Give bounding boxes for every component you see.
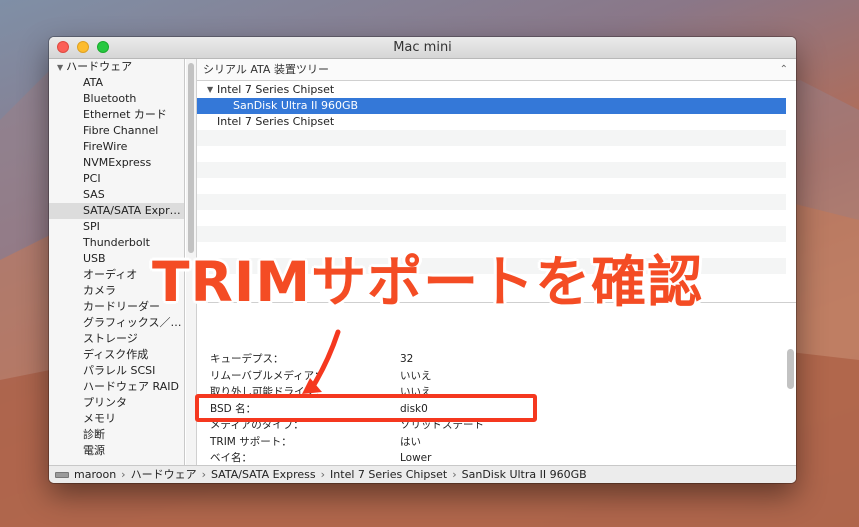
- tree-header-label: シリアル ATA 装置ツリー: [203, 63, 329, 76]
- tree-empty-row: [197, 146, 786, 162]
- sidebar-item[interactable]: FireWire: [83, 139, 127, 155]
- detail-row: ベイ名： Lower: [197, 450, 787, 466]
- sidebar-item[interactable]: SPI: [83, 219, 100, 235]
- sidebar-item[interactable]: ATA: [83, 75, 103, 91]
- detail-key: ベイ名：: [210, 452, 252, 464]
- path-separator: ›: [201, 468, 206, 481]
- detail-key: TRIM サポート：: [210, 435, 292, 448]
- sidebar-item[interactable]: カードリーダー: [83, 299, 160, 315]
- tree-row[interactable]: Intel 7 Series Chipset: [197, 114, 786, 130]
- disclosure-triangle-icon[interactable]: ▼: [57, 63, 63, 72]
- detail-row: TRIM サポート： はい: [197, 434, 787, 450]
- sidebar-item[interactable]: Fibre Channel: [83, 123, 158, 139]
- sidebar-item[interactable]: Thunderbolt: [83, 235, 150, 251]
- breadcrumb: maroon › ハードウェア › SATA/SATA Express › Intel 7 …: [74, 466, 587, 483]
- tree-row-label: Intel 7 Series Chipset: [217, 83, 335, 96]
- tree-empty-row: [197, 226, 786, 242]
- path-separator: ›: [452, 468, 457, 481]
- path-segment[interactable]: SanDisk Ultra II 960GB: [462, 468, 587, 481]
- tree-row[interactable]: SanDisk Ultra II 960GB: [197, 98, 786, 114]
- sidebar-scroll-thumb[interactable]: [188, 63, 194, 253]
- detail-value: Lower: [400, 452, 432, 464]
- callout-text: TRIMサポートを確認: [152, 250, 704, 314]
- hard-drive-icon: [55, 472, 69, 478]
- tree-row[interactable]: ▼ Intel 7 Series Chipset: [197, 82, 786, 98]
- title-bar: Mac mini: [49, 37, 796, 59]
- tree-empty-row: [197, 210, 786, 226]
- sidebar-section-hardware[interactable]: ▼ ハードウェア: [57, 59, 132, 75]
- sidebar-item[interactable]: オーディオ: [83, 267, 137, 283]
- tree-row-label: SanDisk Ultra II 960GB: [233, 99, 359, 112]
- sidebar-item[interactable]: グラフィックス／…: [83, 315, 181, 331]
- sidebar-item[interactable]: プリンタ: [83, 395, 127, 411]
- sidebar-item[interactable]: Bluetooth: [83, 91, 136, 107]
- sidebar-item[interactable]: ハードウェア RAID: [83, 379, 179, 395]
- sidebar-item[interactable]: パラレル SCSI: [83, 363, 155, 379]
- window-title: Mac mini: [393, 40, 452, 55]
- detail-value: はい: [400, 435, 421, 448]
- path-segment[interactable]: ハードウェア: [131, 468, 197, 481]
- path-segment[interactable]: Intel 7 Series Chipset: [330, 468, 447, 481]
- detail-key: キューデプス：: [210, 353, 284, 365]
- sidebar-item[interactable]: SATA/SATA Expr…: [49, 203, 184, 219]
- detail-row: キューデプス： 32: [197, 351, 787, 367]
- disclosure-triangle-icon[interactable]: ▼: [207, 82, 213, 98]
- sidebar-item[interactable]: ディスク作成: [83, 347, 148, 363]
- trim-highlight-box: [195, 394, 537, 422]
- sidebar-item[interactable]: 診断: [83, 427, 105, 443]
- detail-value: 32: [400, 353, 414, 365]
- path-separator: ›: [121, 468, 126, 481]
- sidebar-item[interactable]: メモリ: [83, 411, 116, 427]
- detail-scroll-thumb[interactable]: [787, 349, 794, 389]
- sidebar-item[interactable]: カメラ: [83, 283, 116, 299]
- path-bar: maroon › ハードウェア › SATA/SATA Express › Intel 7 …: [49, 465, 796, 483]
- detail-value: いいえ: [400, 369, 432, 382]
- sidebar-item[interactable]: PCI: [83, 171, 101, 187]
- sidebar-item[interactable]: NVMExpress: [83, 155, 151, 171]
- tree-empty-row: [197, 162, 786, 178]
- sidebar-item[interactable]: USB: [83, 251, 106, 267]
- path-segment[interactable]: maroon: [74, 468, 116, 481]
- tree-empty-row: [197, 130, 786, 146]
- detail-key: リムーバブルメディア：: [210, 369, 325, 382]
- sidebar-item[interactable]: 電源: [83, 443, 105, 459]
- path-segment[interactable]: SATA/SATA Express: [211, 468, 316, 481]
- sidebar-item[interactable]: Ethernet カード: [83, 107, 167, 123]
- detail-row: リムーバブルメディア： いいえ: [197, 368, 787, 384]
- sidebar-item[interactable]: ストレージ: [83, 331, 138, 347]
- tree-header[interactable]: シリアル ATA 装置ツリー ⌃: [197, 59, 796, 81]
- tree-empty-row: [197, 194, 786, 210]
- tree-row-label: Intel 7 Series Chipset: [217, 115, 335, 128]
- sidebar-item[interactable]: SAS: [83, 187, 105, 203]
- tree-empty-row: [197, 178, 786, 194]
- path-separator: ›: [320, 468, 326, 481]
- chevron-up-icon[interactable]: ⌃: [780, 59, 788, 81]
- sidebar-header-label: ハードウェア: [66, 60, 133, 73]
